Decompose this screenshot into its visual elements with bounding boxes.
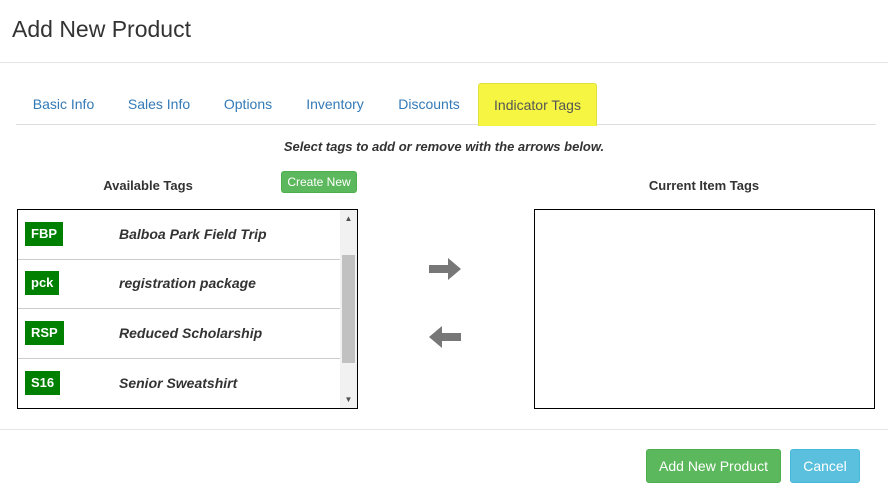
tag-name: Reduced Scholarship [119,325,263,341]
tab-discounts[interactable]: Discounts [381,83,477,125]
tab-indicator-tags[interactable]: Indicator Tags [478,83,597,126]
available-tags-label: Available Tags [103,178,193,193]
tab-inventory[interactable]: Inventory [289,83,381,125]
scroll-thumb[interactable] [342,255,355,363]
modal-title: Add New Product [12,16,191,42]
scroll-up-arrow-icon[interactable]: ▲ [340,210,357,227]
create-new-button[interactable]: Create New [281,171,357,193]
tag-list-item[interactable]: S16 Senior Sweatshirt [18,359,340,408]
arrow-right-icon[interactable] [428,257,462,281]
tag-name: Balboa Park Field Trip [119,226,267,242]
tag-name: Senior Sweatshirt [119,375,238,391]
current-item-tags-label: Current Item Tags [648,178,760,193]
available-tags-list[interactable]: FBP Balboa Park Field Trip pck registrat… [17,209,358,409]
tab-options[interactable]: Options [207,83,289,125]
arrow-left-icon[interactable] [428,325,462,349]
add-new-product-button[interactable]: Add New Product [646,449,781,483]
tab-bar: Basic Info Sales Info Options Inventory … [16,83,876,126]
instruction-text: Select tags to add or remove with the ar… [283,139,605,154]
tag-list-item[interactable]: FBP Balboa Park Field Trip [18,210,340,260]
modal-header: Add New Product [0,0,888,63]
tag-list-item[interactable]: pck registration package [18,259,340,309]
tab-basic-info[interactable]: Basic Info [16,83,111,125]
cancel-button[interactable]: Cancel [790,449,860,483]
tag-code-badge: RSP [25,321,64,345]
tag-code-badge: pck [25,271,60,295]
current-item-tags-list[interactable] [534,209,875,409]
scroll-down-arrow-icon[interactable]: ▼ [340,391,357,408]
tag-code-badge: FBP [25,222,63,246]
tab-sales-info[interactable]: Sales Info [111,83,207,125]
footer-divider [0,429,888,430]
tag-code-badge: S16 [25,371,61,395]
scrollbar[interactable]: ▲ ▼ [340,210,357,408]
tag-name: registration package [119,275,256,291]
tag-list-item[interactable]: RSP Reduced Scholarship [18,309,340,359]
